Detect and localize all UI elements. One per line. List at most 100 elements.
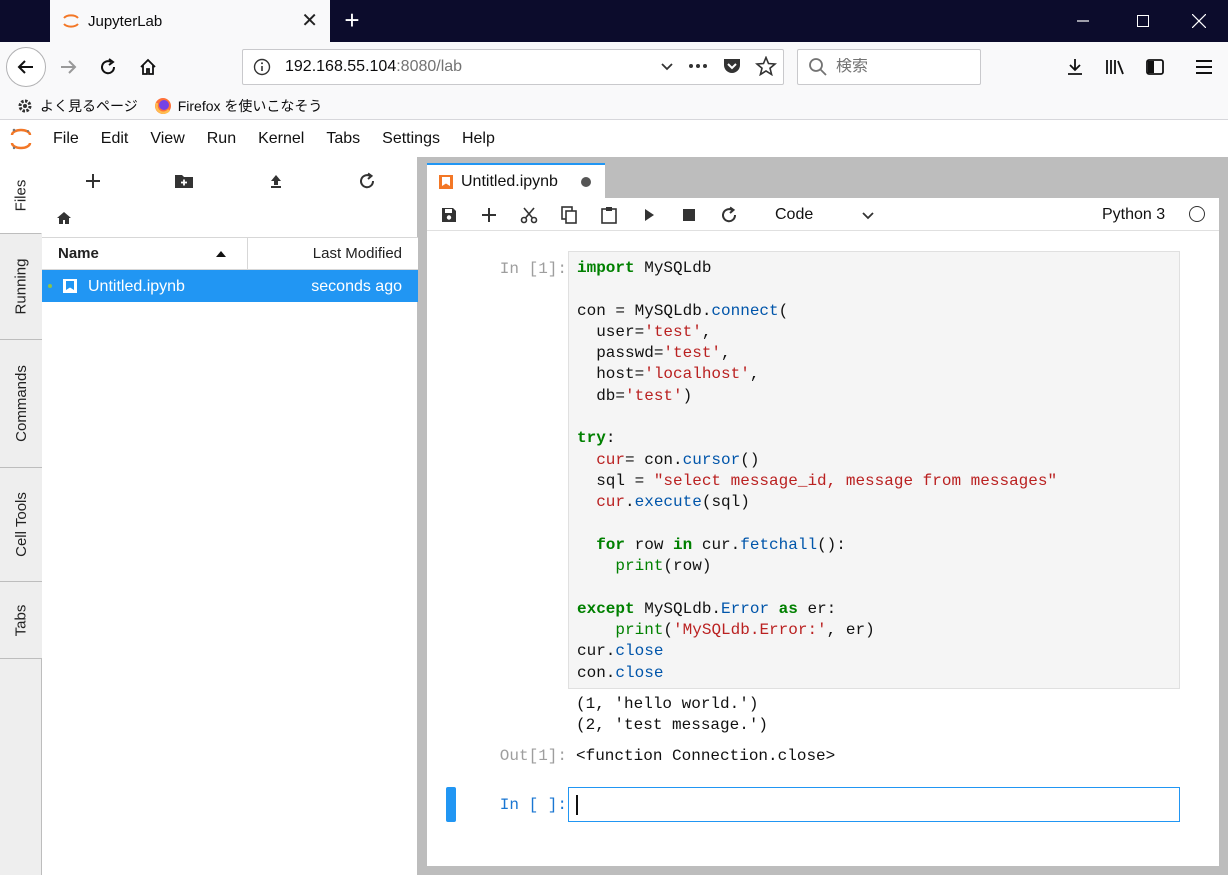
chevron-down-icon[interactable] bbox=[659, 56, 675, 76]
paste-icon[interactable] bbox=[596, 202, 622, 228]
sidebar-tab-running[interactable]: Running bbox=[0, 234, 42, 340]
code-line: passwd='test', bbox=[577, 344, 731, 363]
code-line: print(row) bbox=[615, 557, 712, 576]
browser-tab-title: JupyterLab bbox=[88, 12, 163, 30]
minimize-icon[interactable] bbox=[1058, 0, 1108, 42]
kernel-idle-status-icon bbox=[1189, 206, 1205, 222]
sidebar-tab-label: Cell Tools bbox=[12, 492, 30, 557]
active-cell-indicator bbox=[446, 787, 456, 822]
jupyter-favicon-icon bbox=[62, 12, 80, 30]
sidebar-tab-tabs[interactable]: Tabs bbox=[0, 582, 42, 659]
code-line: sql = "select message_id, message from m… bbox=[577, 471, 1058, 490]
info-icon[interactable] bbox=[253, 58, 271, 76]
close-window-icon[interactable] bbox=[1174, 0, 1224, 42]
browser-navbar: 192.168.55.104:8080/lab bbox=[0, 42, 1228, 92]
notebook-tab[interactable]: Untitled.ipynb bbox=[427, 163, 605, 198]
sidebar-tab-label: Tabs bbox=[12, 604, 30, 636]
jupyter-menu-bar: File Edit View Run Kernel Tabs Settings … bbox=[0, 121, 1228, 157]
search-bar[interactable] bbox=[797, 49, 981, 85]
menu-run[interactable]: Run bbox=[196, 121, 247, 157]
menu-view[interactable]: View bbox=[139, 121, 195, 157]
hamburger-menu-icon[interactable] bbox=[1186, 47, 1222, 87]
bookmark-label: よく見るページ bbox=[40, 97, 138, 114]
back-button[interactable] bbox=[6, 47, 46, 87]
unsaved-indicator-icon[interactable] bbox=[581, 176, 591, 187]
restart-kernel-icon[interactable] bbox=[716, 202, 742, 228]
browser-tab-jupyterlab[interactable]: JupyterLab ✕ bbox=[50, 0, 330, 42]
sidebar-toggle-icon[interactable] bbox=[1137, 47, 1173, 87]
sidebar-tab-label: Commands bbox=[12, 365, 30, 442]
file-list-item[interactable]: Untitled.ipynb seconds ago bbox=[42, 270, 418, 302]
column-header-last-modified[interactable]: Last Modified bbox=[313, 245, 402, 262]
code-line: con.close bbox=[577, 663, 664, 682]
menu-tabs[interactable]: Tabs bbox=[315, 121, 371, 157]
stop-kernel-icon[interactable] bbox=[676, 202, 702, 228]
file-name: Untitled.ipynb bbox=[88, 278, 185, 295]
downloads-icon[interactable] bbox=[1057, 47, 1093, 87]
menu-file[interactable]: File bbox=[42, 121, 90, 157]
new-tab-button[interactable]: + bbox=[339, 6, 365, 36]
code-cell-input[interactable]: import MySQLdb con = MySQLdb.connect( us… bbox=[568, 251, 1180, 689]
output-line: (1, 'hello world.') bbox=[576, 695, 759, 713]
bookmark-star-icon[interactable] bbox=[755, 56, 777, 76]
maximize-icon[interactable] bbox=[1118, 0, 1168, 42]
code-cell-input-active[interactable] bbox=[568, 787, 1180, 822]
kernel-name[interactable]: Python 3 bbox=[1102, 206, 1165, 224]
forward-button[interactable] bbox=[48, 47, 88, 87]
code-line: user='test', bbox=[577, 322, 712, 341]
column-divider bbox=[247, 238, 248, 269]
code-line: for row in cur.fetchall(): bbox=[596, 535, 846, 554]
bookmark-most-visited[interactable]: よく見るページ bbox=[16, 96, 138, 116]
copy-icon[interactable] bbox=[556, 202, 582, 228]
cut-icon[interactable] bbox=[516, 202, 542, 228]
sidebar-tab-files[interactable]: Files bbox=[0, 157, 42, 234]
column-header-name[interactable]: Name bbox=[58, 245, 99, 262]
save-icon[interactable] bbox=[436, 202, 462, 228]
output-line: (2, 'test message.') bbox=[576, 716, 769, 735]
more-actions-icon[interactable] bbox=[687, 56, 709, 76]
menu-help[interactable]: Help bbox=[451, 121, 506, 157]
pocket-icon[interactable] bbox=[721, 56, 743, 76]
run-cell-icon[interactable] bbox=[636, 202, 662, 228]
sidebar-tab-label: Running bbox=[12, 258, 30, 315]
running-indicator-icon bbox=[48, 284, 52, 288]
sidebar-tab-commands[interactable]: Commands bbox=[0, 340, 42, 468]
cell-stream-output: (1, 'hello world.') (2, 'test message.') bbox=[576, 694, 768, 737]
menu-kernel[interactable]: Kernel bbox=[247, 121, 315, 157]
close-tab-icon[interactable]: ✕ bbox=[301, 11, 318, 31]
home-folder-icon[interactable] bbox=[56, 211, 74, 227]
menu-edit[interactable]: Edit bbox=[90, 121, 140, 157]
jupyter-logo-icon bbox=[0, 121, 42, 157]
file-browser-panel: Name Last Modified Untitled.ipynb second… bbox=[42, 157, 418, 875]
new-launcher-icon[interactable] bbox=[79, 167, 107, 195]
new-folder-icon[interactable] bbox=[170, 167, 198, 195]
cell-type-select[interactable]: Code bbox=[775, 204, 875, 226]
bookmark-firefox[interactable]: Firefox を使いこなそう bbox=[154, 96, 323, 116]
bookmark-label: Firefox を使いこなそう bbox=[177, 97, 323, 114]
file-browser-toolbar bbox=[42, 167, 418, 195]
gear-icon bbox=[16, 97, 34, 115]
firefox-icon bbox=[154, 97, 172, 115]
menu-settings[interactable]: Settings bbox=[371, 121, 451, 157]
cell-output-prompt: Out[1]: bbox=[499, 747, 567, 765]
code-line: cur= con.cursor() bbox=[596, 450, 760, 469]
left-sidebar-tabs: Files Running Commands Cell Tools Tabs bbox=[0, 157, 42, 875]
browser-tab-strip: JupyterLab ✕ + bbox=[0, 0, 1228, 42]
upload-icon[interactable] bbox=[262, 167, 290, 195]
code-line: db='test') bbox=[577, 386, 693, 405]
chevron-down-icon bbox=[861, 208, 875, 222]
search-input[interactable] bbox=[836, 58, 966, 76]
reload-button[interactable] bbox=[88, 47, 128, 87]
home-button[interactable] bbox=[128, 47, 168, 87]
notebook-tab-title: Untitled.ipynb bbox=[461, 172, 558, 190]
library-icon[interactable] bbox=[1097, 47, 1133, 87]
url-bar[interactable]: 192.168.55.104:8080/lab bbox=[242, 49, 784, 85]
add-cell-icon[interactable] bbox=[476, 202, 502, 228]
sidebar-tab-cell-tools[interactable]: Cell Tools bbox=[0, 468, 42, 582]
notebook-panel: Code Python 3 In [1]: import MySQLdb con… bbox=[427, 198, 1219, 866]
notebook-toolbar: Code Python 3 bbox=[427, 198, 1219, 231]
refresh-icon[interactable] bbox=[353, 167, 381, 195]
